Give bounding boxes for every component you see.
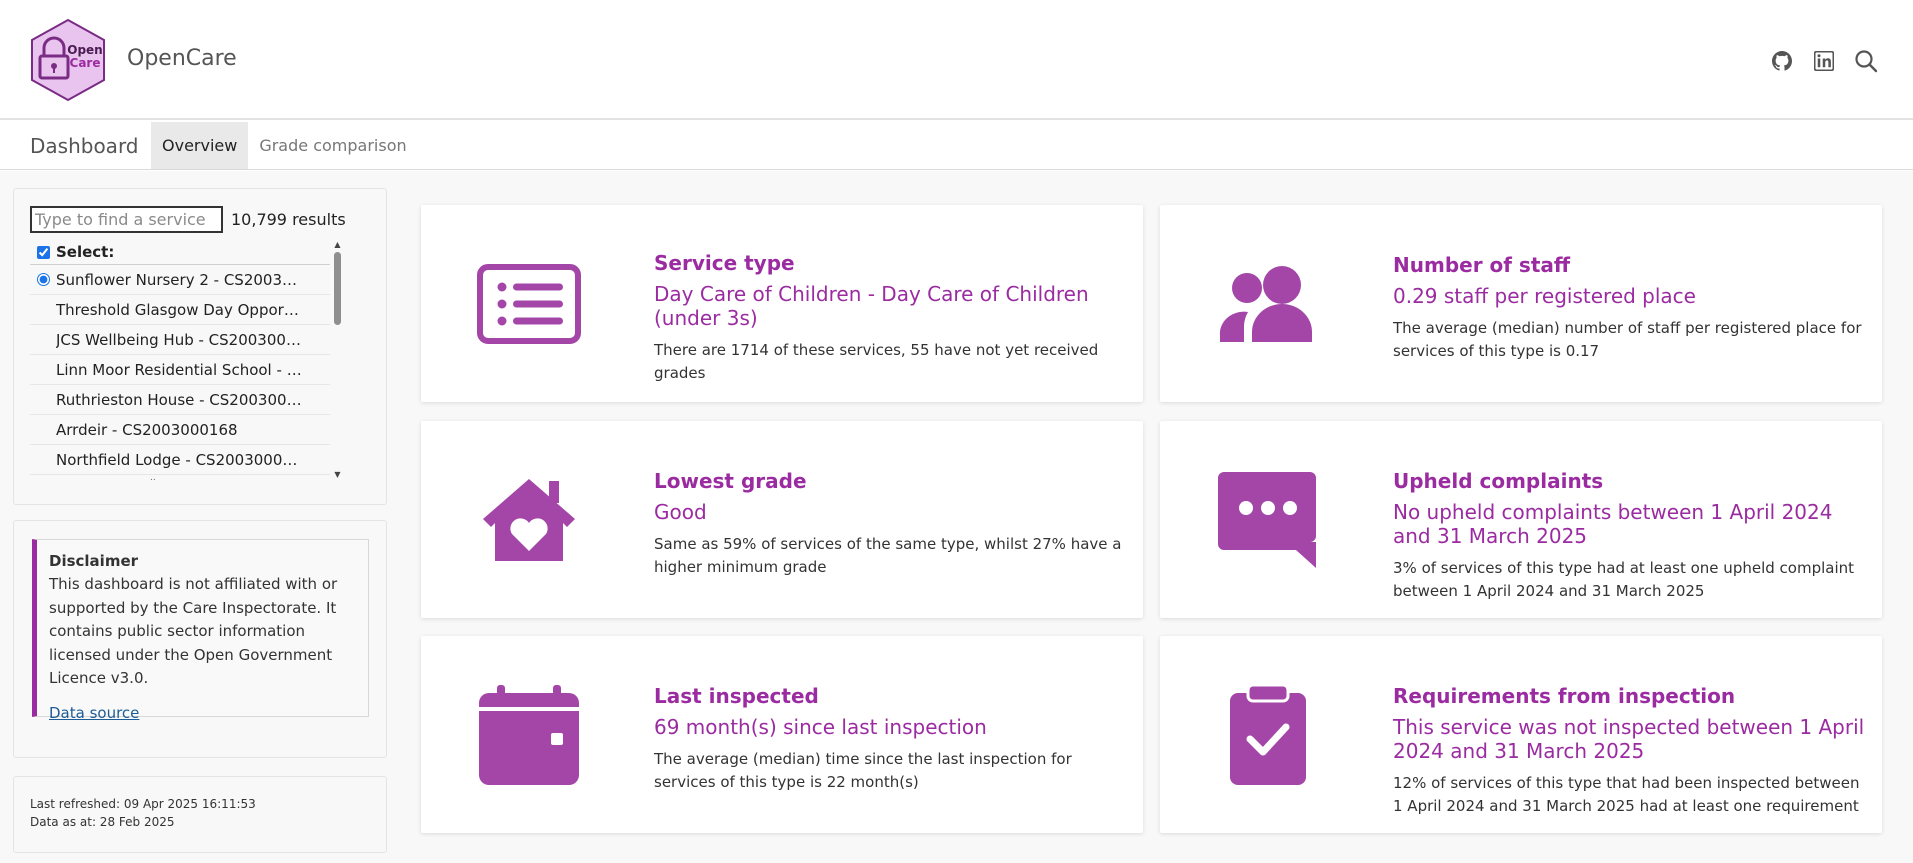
dashboard-nav: Dashboard Overview Grade comparison (0, 122, 1913, 170)
tab-overview[interactable]: Overview (151, 122, 249, 169)
service-option-label: Sunflower Nursery 2 - CS2003000... (56, 270, 304, 289)
service-option[interactable]: Sunflower Nursery 2 - CS2003000... (30, 265, 330, 295)
data-source-link[interactable]: Data source (49, 704, 139, 722)
service-option-label: Northfield Lodge - CS2003000170 (56, 450, 304, 469)
service-option-label: Threshold Glasgow Day Opportu... (56, 300, 304, 319)
card-value: 0.29 staff per registered place (1393, 284, 1696, 308)
card-title: Service type (654, 251, 795, 275)
card-description: Same as 59% of services of the same type… (654, 535, 1122, 576)
service-option[interactable]: Arrdeir - CS2003000168 (30, 415, 330, 445)
main-content: 10,799 results Select: Sunflower Nursery… (0, 171, 1913, 863)
clipboard-check-icon (1214, 681, 1322, 789)
card-value: Good (654, 500, 707, 524)
list-overflow-dots: .. (150, 473, 156, 481)
select-label: Select: (56, 243, 115, 261)
card-description: The average (median) number of staff per… (1393, 319, 1862, 360)
card-lowest-grade: Lowest grade Good Same as 59% of service… (421, 421, 1143, 618)
linkedin-icon[interactable] (1811, 48, 1837, 74)
tab-grade-comparison[interactable]: Grade comparison (248, 122, 417, 169)
results-count: 10,799 results (231, 210, 346, 229)
opencare-logo[interactable]: Open Care (30, 18, 106, 102)
service-list-scrollbar[interactable]: ▲ ▼ (332, 240, 343, 480)
select-all-row[interactable]: Select: (30, 240, 330, 265)
house-heart-icon (475, 466, 583, 574)
card-last-inspected: Last inspected 69 month(s) since last in… (421, 636, 1143, 833)
service-option-label: Linn Moor Residential School - C... (56, 360, 304, 379)
card-value: 69 month(s) since last inspection (654, 715, 987, 739)
service-option-label: Ruthrieston House - CS20030001... (56, 390, 304, 409)
disclaimer-title: Disclaimer (49, 552, 139, 570)
service-option[interactable]: Linn Moor Residential School - C... (30, 355, 330, 385)
scroll-up-arrow-icon[interactable]: ▲ (332, 240, 343, 250)
data-as-at: Data as at: 28 Feb 2025 (30, 815, 175, 829)
disclaimer-callout: Disclaimer This dashboard is not affilia… (32, 539, 369, 722)
logo-text-open: Open (67, 43, 102, 57)
service-option[interactable]: JCS Wellbeing Hub - CS20030001... (30, 325, 330, 355)
disclaimer-panel: Disclaimer This dashboard is not affilia… (13, 520, 387, 758)
card-title: Last inspected (654, 684, 819, 708)
card-description: There are 1714 of these services, 55 hav… (654, 341, 1099, 382)
message-dots-icon (1214, 466, 1322, 574)
card-service-type: Service type Day Care of Children - Day … (421, 205, 1143, 402)
service-search-input[interactable] (30, 206, 223, 233)
last-refreshed: Last refreshed: 09 Apr 2025 16:11:53 (30, 797, 256, 811)
service-list: Select: Sunflower Nursery 2 - CS2003000.… (30, 240, 330, 480)
service-option[interactable]: Threshold Glasgow Day Opportu... (30, 295, 330, 325)
card-value: This service was not inspected between 1… (1393, 715, 1865, 763)
card-upheld-complaints: Upheld complaints No upheld complaints b… (1160, 421, 1882, 618)
card-value: No upheld complaints between 1 April 202… (1393, 500, 1833, 548)
card-title: Upheld complaints (1393, 469, 1604, 493)
disclaimer-body: This dashboard is not affiliated with or… (49, 575, 338, 687)
scroll-down-arrow-icon[interactable]: ▼ (332, 470, 343, 480)
list-icon (475, 250, 583, 358)
card-title: Number of staff (1393, 253, 1571, 277)
card-value: Day Care of Children - Day Care of Child… (654, 282, 1089, 330)
card-description: 12% of services of this type that had be… (1393, 774, 1860, 815)
service-option-label: Arrdeir - CS2003000168 (56, 420, 238, 439)
card-number-of-staff: Number of staff 0.29 staff per registere… (1160, 205, 1882, 402)
service-radio-selected[interactable] (36, 273, 50, 286)
header-icon-bar (1769, 48, 1879, 74)
brand-name: OpenCare (127, 46, 237, 71)
card-title: Requirements from inspection (1393, 684, 1736, 708)
nav-title: Dashboard (30, 133, 139, 158)
service-option-label: JCS Wellbeing Hub - CS20030001... (56, 330, 304, 349)
card-requirements-from-inspection: Requirements from inspection This servic… (1160, 636, 1882, 833)
card-title: Lowest grade (654, 469, 807, 493)
users-icon (1214, 250, 1322, 358)
logo-text-care: Care (70, 56, 101, 70)
search-icon[interactable] (1853, 48, 1879, 74)
card-description: 3% of services of this type had at least… (1393, 559, 1855, 600)
service-option[interactable]: Ruthrieston House - CS20030001... (30, 385, 330, 415)
app-header: Open Care OpenCare (0, 0, 1913, 120)
calendar-icon (475, 681, 583, 789)
scroll-thumb[interactable] (334, 252, 341, 325)
refresh-info-panel: Last refreshed: 09 Apr 2025 16:11:53 Dat… (13, 776, 387, 853)
service-picker-panel: 10,799 results Select: Sunflower Nursery… (13, 188, 387, 505)
github-icon[interactable] (1769, 48, 1795, 74)
service-option[interactable]: Northfield Lodge - CS2003000170 (30, 445, 330, 475)
card-description: The average (median) time since the last… (654, 750, 1072, 791)
select-all-checkbox[interactable] (36, 245, 50, 259)
